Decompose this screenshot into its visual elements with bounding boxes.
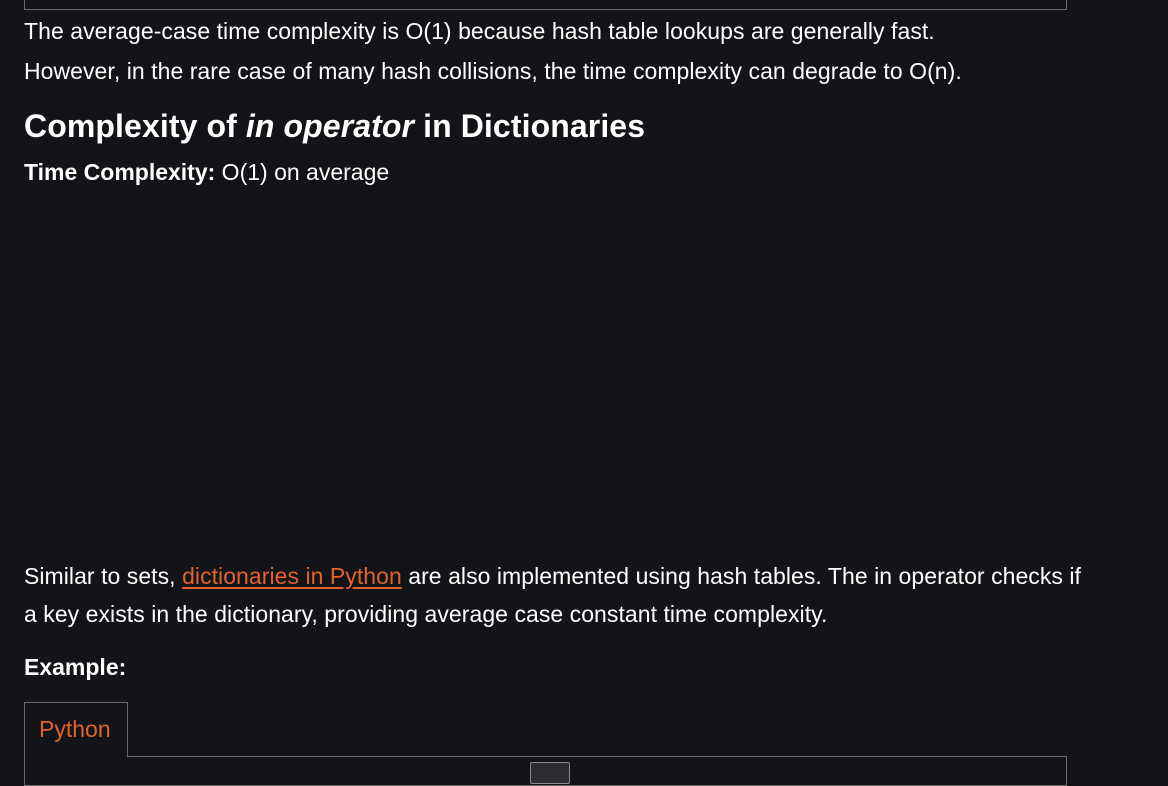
- copy-button[interactable]: [530, 762, 570, 784]
- heading-suffix: in Dictionaries: [414, 108, 646, 144]
- example-label: Example:: [24, 654, 127, 680]
- tab-python[interactable]: Python: [24, 702, 128, 757]
- heading-prefix: Complexity of: [24, 108, 246, 144]
- section-heading: Complexity of in operator in Dictionarie…: [24, 104, 645, 148]
- previous-code-box-bottom: [24, 0, 1067, 10]
- paragraph-line-1: The average-case time complexity is O(1)…: [24, 18, 935, 44]
- code-box: [24, 756, 1067, 786]
- time-complexity-value: O(1) on average: [215, 159, 390, 185]
- code-tabs-container: Python: [24, 702, 1067, 786]
- paragraph-text-before-link: Similar to sets,: [24, 563, 183, 589]
- complexity-explanation-paragraph: The average-case time complexity is O(1)…: [24, 11, 1084, 91]
- dictionary-explanation-paragraph: Similar to sets, dictionaries in Python …: [24, 557, 1084, 633]
- empty-ad-space: [24, 200, 1067, 540]
- dictionaries-in-python-link[interactable]: dictionaries in Python: [182, 563, 402, 589]
- time-complexity-label: Time Complexity:: [24, 159, 216, 185]
- heading-emphasis: in operator: [245, 108, 415, 144]
- paragraph-line-2: However, in the rare case of many hash c…: [24, 58, 962, 84]
- time-complexity-line: Time Complexity: O(1) on average: [24, 156, 389, 188]
